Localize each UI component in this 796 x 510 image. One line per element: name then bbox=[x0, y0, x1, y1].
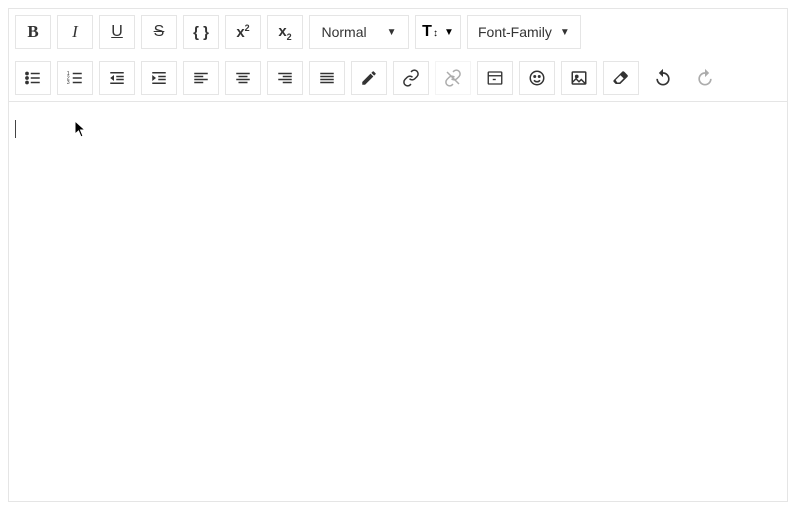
strikethrough-button[interactable]: S bbox=[141, 15, 177, 49]
chevron-down-icon: ▼ bbox=[444, 27, 454, 38]
underline-icon: U bbox=[111, 23, 123, 41]
font-family-dropdown-label: Font-Family bbox=[478, 24, 552, 40]
italic-button[interactable]: I bbox=[57, 15, 93, 49]
outdent-button[interactable] bbox=[99, 61, 135, 95]
toolbar-row-1: B I U S { } x2 x2 Normal ▼ T↕ ▼ bbox=[9, 9, 787, 55]
subscript-button[interactable]: x2 bbox=[267, 15, 303, 49]
indent-icon bbox=[150, 69, 168, 87]
font-size-icon: T↕ bbox=[422, 23, 438, 41]
emoji-button[interactable] bbox=[519, 61, 555, 95]
list-ul-icon bbox=[24, 69, 42, 87]
eraser-icon bbox=[612, 69, 630, 87]
unordered-list-button[interactable] bbox=[15, 61, 51, 95]
align-center-icon bbox=[234, 69, 252, 87]
code-button[interactable]: { } bbox=[183, 15, 219, 49]
redo-button[interactable] bbox=[687, 61, 723, 95]
bold-icon: B bbox=[27, 22, 38, 42]
toolbar-row-2: 1 2 3 bbox=[9, 55, 787, 101]
heading-dropdown-label: Normal bbox=[321, 24, 366, 40]
image-icon bbox=[570, 69, 588, 87]
bold-button[interactable]: B bbox=[15, 15, 51, 49]
align-right-icon bbox=[276, 69, 294, 87]
superscript-icon: x2 bbox=[236, 23, 249, 41]
italic-icon: I bbox=[72, 22, 78, 42]
underline-button[interactable]: U bbox=[99, 15, 135, 49]
font-size-dropdown[interactable]: T↕ ▼ bbox=[415, 15, 461, 49]
align-left-button[interactable] bbox=[183, 61, 219, 95]
outdent-icon bbox=[108, 69, 126, 87]
embed-icon bbox=[486, 69, 504, 87]
undo-button[interactable] bbox=[645, 61, 681, 95]
superscript-button[interactable]: x2 bbox=[225, 15, 261, 49]
pencil-icon bbox=[360, 69, 378, 87]
emoji-icon bbox=[528, 69, 546, 87]
align-justify-icon bbox=[318, 69, 336, 87]
indent-button[interactable] bbox=[141, 61, 177, 95]
rich-text-editor: B I U S { } x2 x2 Normal ▼ T↕ ▼ bbox=[8, 8, 788, 502]
undo-icon bbox=[653, 68, 673, 88]
chevron-down-icon: ▼ bbox=[560, 27, 570, 38]
align-right-button[interactable] bbox=[267, 61, 303, 95]
remove-link-button[interactable] bbox=[435, 61, 471, 95]
strikethrough-icon: S bbox=[154, 23, 165, 41]
svg-text:3: 3 bbox=[67, 80, 70, 86]
chevron-down-icon: ▼ bbox=[387, 27, 397, 38]
link-icon bbox=[402, 69, 420, 87]
ordered-list-button[interactable]: 1 2 3 bbox=[57, 61, 93, 95]
heading-dropdown[interactable]: Normal ▼ bbox=[309, 15, 409, 49]
align-justify-button[interactable] bbox=[309, 61, 345, 95]
redo-icon bbox=[695, 68, 715, 88]
subscript-icon: x2 bbox=[278, 23, 291, 42]
font-family-dropdown[interactable]: Font-Family ▼ bbox=[467, 15, 581, 49]
code-icon: { } bbox=[193, 24, 209, 41]
editor-content-area[interactable] bbox=[9, 101, 787, 501]
insert-link-button[interactable] bbox=[393, 61, 429, 95]
align-center-button[interactable] bbox=[225, 61, 261, 95]
text-color-button[interactable] bbox=[351, 61, 387, 95]
insert-image-button[interactable] bbox=[561, 61, 597, 95]
embed-button[interactable] bbox=[477, 61, 513, 95]
list-ol-icon: 1 2 3 bbox=[66, 69, 84, 87]
clear-format-button[interactable] bbox=[603, 61, 639, 95]
align-left-icon bbox=[192, 69, 210, 87]
text-caret bbox=[15, 120, 16, 138]
unlink-icon bbox=[444, 69, 462, 87]
